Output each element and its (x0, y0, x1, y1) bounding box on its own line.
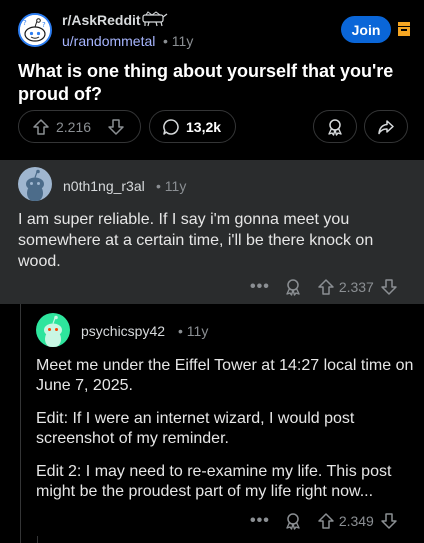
comment-body: I am super reliable. If I say i'm gonna … (18, 211, 374, 270)
comment-paragraph: Meet me under the Eiffel Tower at 14:27 … (36, 357, 414, 394)
share-button[interactable] (364, 110, 408, 143)
comment-age: • 11y (178, 323, 209, 339)
reddit-snoo-icon: ? ? (20, 15, 50, 45)
subreddit-avatar[interactable]: ? ? (18, 13, 52, 47)
award-icon[interactable] (284, 278, 302, 296)
award-icon[interactable] (284, 512, 302, 530)
svg-text:?: ? (23, 19, 27, 27)
reddit-snoo-icon (26, 169, 44, 201)
comment-vote-count: 2.349 (338, 513, 374, 529)
post-vote-count: 2.216 (56, 118, 92, 135)
downvote-icon[interactable] (380, 512, 398, 530)
comment-age: • 11y (156, 178, 187, 194)
upvote-icon[interactable] (32, 118, 50, 136)
comment-paragraph: Edit: If I were an internet wizard, I wo… (36, 410, 355, 447)
comment-username[interactable]: n0th1ng_r3al (63, 178, 145, 194)
comment-username[interactable]: psychicspy42 (81, 323, 165, 339)
post-title: What is one thing about yourself that yo… (18, 61, 394, 104)
upvote-icon[interactable] (317, 512, 335, 530)
downvote-icon[interactable] (380, 278, 398, 296)
post-vote-pill: 2.216 (18, 110, 141, 143)
post-age: • 11y (163, 33, 194, 49)
comment-bubble-icon (163, 118, 179, 135)
reddit-snoo-icon (44, 315, 62, 347)
share-icon (378, 119, 394, 134)
upvote-icon[interactable] (317, 278, 335, 296)
avatar[interactable] (36, 313, 70, 347)
subreddit-badge-icon (142, 11, 168, 27)
subreddit-name[interactable]: r/AskReddit (62, 12, 141, 28)
avatar[interactable] (18, 167, 52, 201)
comments-button[interactable]: 13,2k (149, 110, 236, 143)
comment-paragraph: Edit 2: I may need to re-examine my life… (36, 463, 392, 500)
join-button[interactable]: Join (341, 16, 391, 43)
award-icon (328, 118, 342, 136)
post-header: ? ? r/AskReddit u/randommetal • 11y Join… (0, 0, 424, 160)
thread-line (20, 304, 21, 543)
more-dots-icon[interactable]: ••• (250, 512, 270, 530)
comment-body: Meet me under the Eiffel Tower at 14:27 … (36, 356, 416, 515)
thread-line (37, 536, 38, 543)
comment-actions: ••• 2.337 (250, 275, 398, 299)
comment-count: 13,2k (186, 118, 222, 135)
bookmark-icon[interactable] (398, 22, 410, 36)
post-author[interactable]: u/randommetal (62, 33, 155, 49)
award-button[interactable] (313, 110, 357, 143)
downvote-icon[interactable] (107, 118, 125, 136)
comment-actions: ••• 2.349 (250, 509, 398, 533)
comment-vote-count: 2.337 (338, 279, 374, 295)
more-dots-icon[interactable]: ••• (250, 278, 270, 296)
svg-text:?: ? (42, 21, 46, 29)
